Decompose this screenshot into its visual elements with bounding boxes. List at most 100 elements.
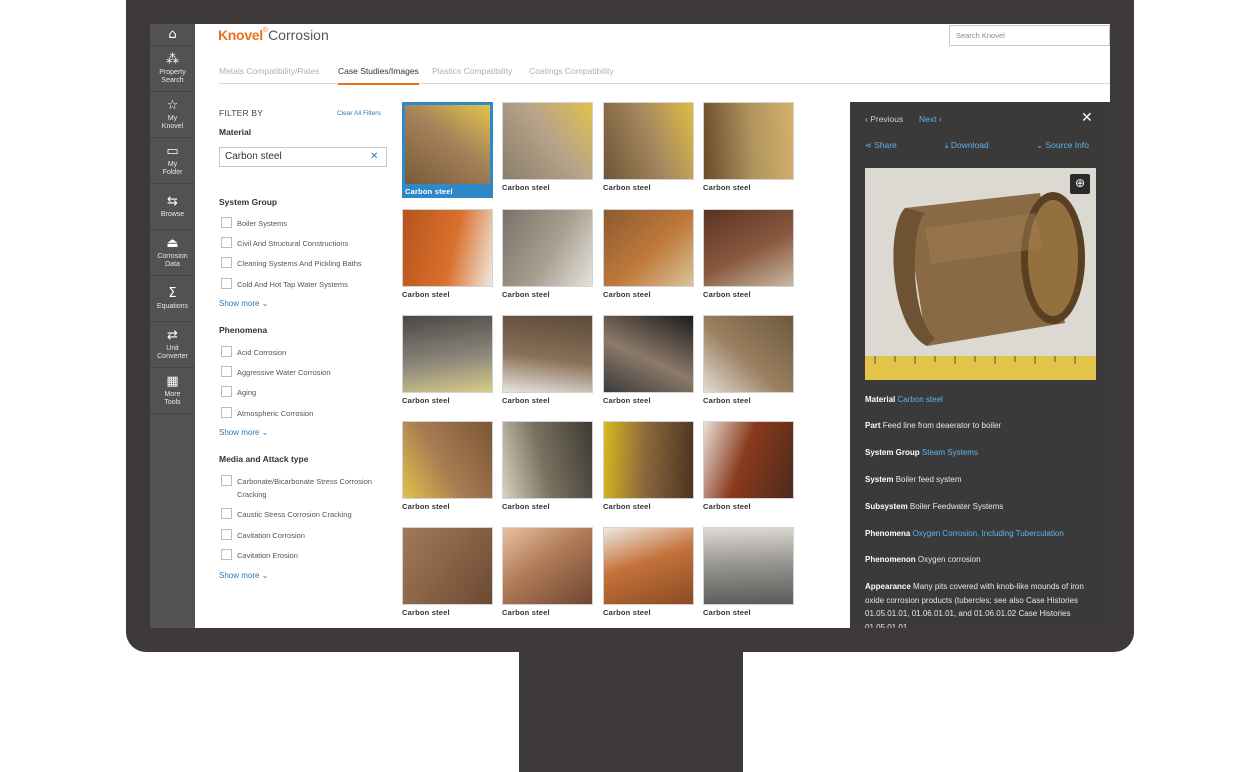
filter-checkbox[interactable] (221, 549, 232, 560)
filter-checkbox[interactable] (221, 407, 232, 418)
image-tile[interactable]: Carbon steel (402, 315, 493, 405)
show-more-link[interactable]: Show more ⌄ (219, 571, 268, 580)
detail-row: Phenomena Oxygen Corrosion, Including Tu… (865, 527, 1101, 541)
filter-option[interactable]: Carbonate/Bicarbonate Stress Corrosion C… (221, 475, 387, 501)
detail-value-link[interactable]: Oxygen Corrosion, Including Tuberculatio… (913, 529, 1064, 538)
filter-checkbox[interactable] (221, 529, 232, 540)
nav-item-my-folder[interactable]: ▭ My Folder (150, 138, 195, 184)
nav-item-property-search[interactable]: ⁂ Property Search (150, 46, 195, 92)
image-tile[interactable]: Carbon steel (703, 527, 794, 617)
image-tile[interactable]: Carbon steel (603, 527, 694, 617)
nav-item-home[interactable]: ⌂ (150, 24, 195, 46)
corrosion-thumbnail (703, 209, 794, 287)
nav-item-more-tools[interactable]: ▦ More Tools (150, 368, 195, 414)
filter-checkbox[interactable] (221, 217, 232, 228)
filter-option-label: Boiler Systems (237, 219, 288, 228)
image-tile[interactable]: Carbon steel (502, 315, 593, 405)
image-tile[interactable]: Carbon steel (603, 315, 694, 405)
filter-checkbox[interactable] (221, 278, 232, 289)
image-tile[interactable]: Carbon steel (502, 421, 593, 511)
my-folder-icon: ▭ (166, 143, 179, 159)
show-more-link[interactable]: Show more ⌄ (219, 428, 268, 437)
tab-plastics-compatibility[interactable]: Plastics Compatibility (432, 66, 512, 84)
left-nav: ⌂ ⁂ Property Search ☆ My Knovel ▭ My Folder ⇆ Br… (150, 24, 195, 628)
image-tile[interactable]: Carbon steel (502, 527, 593, 617)
filter-option-label: Cavitation Erosion (237, 551, 298, 560)
detail-value: Oxygen corrosion (917, 555, 981, 564)
share-label: Share (874, 140, 897, 150)
image-tile[interactable]: Carbon steel (703, 102, 794, 192)
nav-item-equations[interactable]: Σ Equations (150, 276, 195, 322)
detail-key: System Group (865, 448, 920, 457)
image-tile[interactable]: Carbon steel (402, 527, 493, 617)
tab-case-studies[interactable]: Case Studies/Images (338, 66, 419, 85)
filter-option[interactable]: Atmospheric Corrosion (221, 407, 387, 420)
filter-checkbox[interactable] (221, 257, 232, 268)
detail-value: Boiler Feedwater Systems (909, 502, 1004, 511)
next-button[interactable]: Next › (919, 114, 942, 124)
filter-option[interactable]: Cleaning Systems And Pickling Baths (221, 257, 387, 270)
close-icon[interactable]: ✕ (1081, 110, 1093, 126)
image-tile[interactable]: Carbon steel (703, 421, 794, 511)
image-tile[interactable]: Carbon steel (703, 209, 794, 299)
image-caption: Carbon steel (502, 290, 550, 299)
zoom-icon[interactable]: ⊕ (1070, 174, 1090, 194)
search-input[interactable]: Search Knovel (949, 25, 1110, 46)
image-caption: Carbon steel (402, 184, 493, 198)
download-button[interactable]: ⤓ Download (945, 140, 989, 151)
corroded-pipe-image (865, 168, 1096, 380)
material-clear-icon[interactable]: ✕ (370, 151, 378, 162)
previous-button[interactable]: ‹ Previous (865, 114, 903, 124)
image-tile[interactable]: Carbon steel (703, 315, 794, 405)
nav-item-my-knovel[interactable]: ☆ My Knovel (150, 92, 195, 138)
equations-icon: Σ (168, 285, 177, 301)
nav-item-unit-converter[interactable]: ⇄ Unit Converter (150, 322, 195, 368)
corrosion-thumbnail (502, 209, 593, 287)
filter-option-label: Civil And Structural Constructions (237, 239, 349, 248)
detail-value-link[interactable]: Carbon steel (897, 395, 942, 404)
tab-coatings-compatibility[interactable]: Coatings Compatibility (529, 66, 614, 84)
filter-checkbox[interactable] (221, 346, 232, 357)
filter-checkbox[interactable] (221, 475, 232, 486)
filter-option[interactable]: Aggressive Water Corrosion (221, 366, 387, 379)
show-more-link[interactable]: Show more ⌄ (219, 299, 268, 308)
filter-option[interactable]: Cavitation Erosion (221, 549, 387, 562)
filter-checkbox[interactable] (221, 508, 232, 519)
nav-item-browse[interactable]: ⇆ Browse (150, 184, 195, 230)
detail-value-link[interactable]: Steam Systems (922, 448, 978, 457)
filter-option[interactable]: Cold And Hot Tap Water Systems (221, 278, 387, 291)
filter-option[interactable]: Caustic Stress Corrosion Cracking (221, 508, 387, 521)
nav-item-corrosion-data[interactable]: ⏏ Corrosion Data (150, 230, 195, 276)
image-tile[interactable]: Carbon steel (502, 102, 593, 192)
corrosion-thumbnail (502, 527, 593, 605)
filter-checkbox[interactable] (221, 366, 232, 377)
clear-all-filters-link[interactable]: Clear All Filters (337, 110, 381, 117)
browse-icon: ⇆ (167, 193, 178, 209)
image-tile[interactable]: Carbon steel (603, 102, 694, 192)
filter-checkbox[interactable] (221, 237, 232, 248)
filter-option[interactable]: Acid Corrosion (221, 346, 387, 359)
filter-option-label: Cavitation Corrosion (237, 531, 305, 540)
material-filter-input[interactable]: Carbon steel (219, 147, 387, 167)
filter-checkbox[interactable] (221, 386, 232, 397)
filter-option[interactable]: Aging (221, 386, 387, 399)
image-tile[interactable]: Carbon steel (603, 209, 694, 299)
source-info-button[interactable]: ⌄ Source Info (1036, 140, 1089, 151)
filter-option[interactable]: Cavitation Corrosion (221, 529, 387, 542)
image-caption: Carbon steel (502, 183, 550, 192)
corrosion-thumbnail (402, 209, 493, 287)
image-tile[interactable]: Carbon steel (402, 209, 493, 299)
tab-metals-compatibility[interactable]: Metals Compatibility/Rates (219, 66, 320, 84)
detail-key: Appearance (865, 582, 911, 591)
image-tile[interactable]: Carbon steel (402, 421, 493, 511)
corrosion-thumbnail (402, 421, 493, 499)
share-button[interactable]: ⋖ Share (865, 140, 897, 150)
corrosion-thumbnail (502, 421, 593, 499)
filter-option[interactable]: Boiler Systems (221, 217, 387, 230)
detail-row: Part Feed line from deaerator to boiler (865, 419, 1101, 433)
knovel-logo[interactable]: Knovel®Corrosion (218, 27, 329, 43)
image-tile[interactable]: Carbon steel (502, 209, 593, 299)
image-tile[interactable]: Carbon steel (603, 421, 694, 511)
image-tile[interactable]: Carbon steel (402, 102, 493, 198)
filter-option[interactable]: Civil And Structural Constructions (221, 237, 387, 250)
